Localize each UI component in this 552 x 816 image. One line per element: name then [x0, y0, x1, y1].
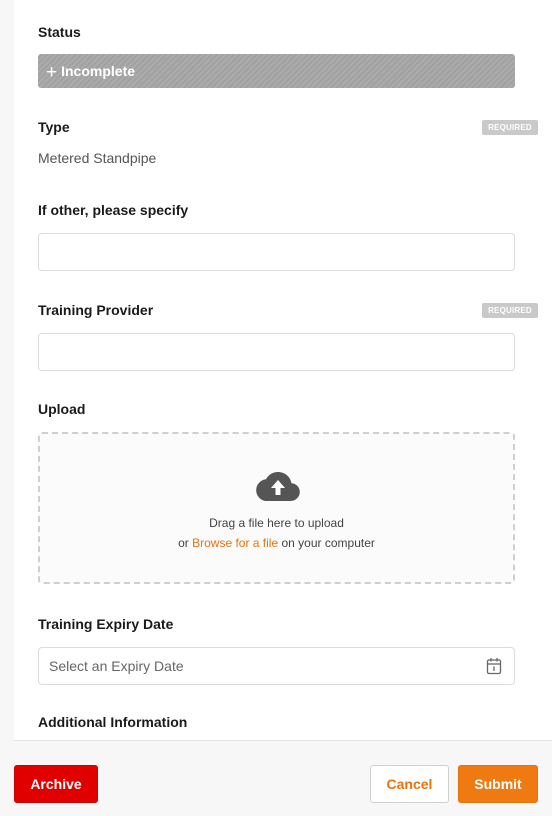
expiry-date-placeholder: Select an Expiry Date	[49, 658, 184, 674]
cancel-button[interactable]: Cancel	[370, 765, 449, 803]
calendar-icon[interactable]	[486, 657, 502, 675]
type-label: Type	[38, 119, 70, 135]
form-panel: Status + Incomplete Type REQUIRED Metered…	[14, 0, 552, 740]
upload-dropzone[interactable]: Drag a file here to upload or Browse for…	[38, 432, 515, 584]
other-specify-label: If other, please specify	[38, 202, 189, 218]
training-provider-input[interactable]	[38, 333, 515, 371]
submit-button[interactable]: Submit	[458, 765, 538, 803]
type-value: Metered Standpipe	[38, 150, 157, 166]
status-bar[interactable]: + Incomplete	[38, 54, 515, 88]
additional-info-label: Additional Information	[38, 714, 188, 730]
upload-instructions: Drag a file here to upload	[209, 516, 344, 530]
upload-browse-line: or Browse for a file on your computer	[40, 536, 513, 550]
archive-button[interactable]: Archive	[14, 765, 98, 803]
expiry-date-field[interactable]: Select an Expiry Date	[38, 647, 515, 685]
upload-or-text: or	[178, 536, 189, 550]
plus-icon: +	[46, 62, 58, 83]
browse-file-link[interactable]: Browse for a file	[192, 536, 278, 550]
required-badge: REQUIRED	[482, 303, 538, 318]
status-label: Status	[38, 24, 81, 40]
status-value: Incomplete	[61, 63, 136, 79]
required-badge: REQUIRED	[482, 120, 538, 135]
other-specify-input[interactable]	[38, 233, 515, 271]
upload-label: Upload	[38, 401, 86, 417]
upload-suffix-text: on your computer	[281, 536, 375, 550]
expiry-date-label: Training Expiry Date	[38, 616, 174, 632]
footer-divider	[14, 740, 552, 741]
cloud-upload-icon	[256, 472, 300, 501]
training-provider-label: Training Provider	[38, 302, 154, 318]
